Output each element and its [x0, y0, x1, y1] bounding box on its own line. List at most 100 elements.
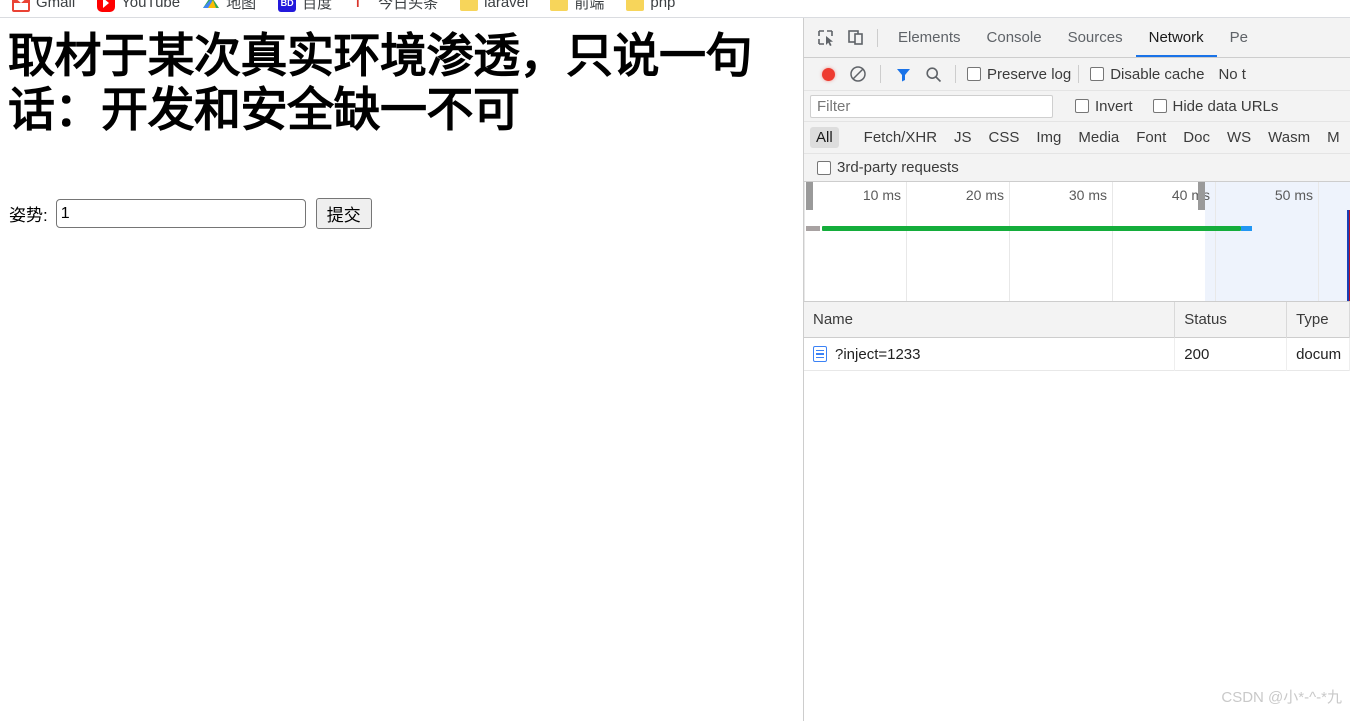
inspect-element-icon[interactable]: [811, 24, 839, 52]
third-party-filter-row: 3rd-party requests: [804, 154, 1350, 182]
tab-performance[interactable]: Pe: [1217, 18, 1261, 57]
type-filter-fetch-xhr[interactable]: Fetch/XHR: [858, 127, 943, 148]
toolbar-divider: [880, 65, 881, 83]
table-row[interactable]: ?inject=1233 200 docum: [804, 337, 1350, 371]
overview-selection-handle-right[interactable]: [1198, 182, 1205, 210]
waterfall-bar: [822, 226, 1241, 231]
overview-gridline: [1009, 182, 1010, 301]
folder-icon: [460, 0, 479, 11]
type-filter-css[interactable]: CSS: [983, 127, 1026, 148]
folder-icon: [626, 0, 645, 11]
network-filterbar: Invert Hide data URLs: [804, 91, 1350, 122]
bookmark-label: laravel: [484, 0, 529, 11]
tab-console[interactable]: Console: [974, 18, 1055, 57]
tab-elements[interactable]: Elements: [885, 18, 974, 57]
bookmark-php[interactable]: php: [626, 0, 675, 11]
throttling-dropdown[interactable]: No t: [1218, 66, 1246, 83]
baidu-icon: BD: [278, 0, 297, 12]
overview-gridline: [804, 182, 805, 301]
checkbox-box: [1075, 99, 1089, 113]
type-filter-wasm[interactable]: Wasm: [1262, 127, 1316, 148]
csdn-watermark: CSDN @小*-^-*九: [1221, 689, 1342, 706]
third-party-requests-label: 3rd-party requests: [837, 159, 959, 176]
tab-sources[interactable]: Sources: [1055, 18, 1136, 57]
record-dot-icon: [821, 67, 835, 81]
pose-input[interactable]: [55, 199, 306, 228]
pose-form: 姿势: 提交: [9, 198, 372, 229]
devtools-panel: Elements Console Sources Network Pe Pres…: [803, 18, 1350, 721]
overview-tick-label: 20 ms: [965, 187, 1004, 203]
waterfall-bar-endpoint: [1241, 226, 1252, 231]
gmail-icon: [12, 0, 30, 12]
type-filter-font[interactable]: Font: [1130, 127, 1172, 148]
type-filter-js[interactable]: JS: [948, 127, 978, 148]
third-party-requests-checkbox[interactable]: 3rd-party requests: [817, 159, 959, 176]
checkbox-box: [817, 160, 831, 175]
overview-tick-label: 40 ms: [1171, 187, 1210, 203]
bookmark-baidu[interactable]: BD 百度: [278, 0, 332, 13]
clear-button[interactable]: [844, 60, 872, 88]
page-title: 取材于某次真实环境渗透，只说一句话：开发和安全缺一不可: [8, 29, 753, 138]
overview-gridline: [1318, 182, 1319, 301]
bookmark-bar: Gmail YouTube 地图 BD 百度 T 今日头条 laravel 前端…: [0, 0, 1350, 18]
network-overview-timeline[interactable]: 10 ms 20 ms 30 ms 40 ms 50 ms: [804, 182, 1350, 302]
toutiao-icon: T: [354, 0, 373, 12]
bookmark-maps[interactable]: 地图: [202, 0, 256, 13]
waterfall-bar-queueing: [806, 226, 820, 231]
bookmark-gmail[interactable]: Gmail: [12, 0, 75, 12]
column-header-status[interactable]: Status: [1175, 301, 1288, 338]
checkbox-box: [1152, 99, 1167, 113]
bookmark-label: 前端: [574, 0, 605, 12]
toolbar-divider: [877, 28, 878, 47]
google-maps-icon: [202, 0, 220, 12]
type-filter-all[interactable]: All: [810, 127, 839, 148]
device-toolbar-icon[interactable]: [841, 24, 869, 52]
bookmark-label: YouTube: [121, 0, 181, 11]
bookmark-label: 地图: [226, 0, 257, 12]
folder-icon: [550, 0, 569, 11]
record-button[interactable]: [814, 60, 842, 88]
type-filter-media[interactable]: Media: [1072, 127, 1125, 148]
hide-data-urls-checkbox[interactable]: Hide data URLs: [1152, 97, 1279, 115]
toolbar-divider: [1078, 65, 1080, 83]
tab-network[interactable]: Network: [1136, 18, 1217, 57]
checkbox-box: [1090, 67, 1105, 81]
search-icon[interactable]: [919, 60, 947, 88]
bookmark-toutiao[interactable]: T 今日头条: [354, 0, 438, 13]
disable-cache-checkbox[interactable]: Disable cache: [1090, 66, 1204, 83]
filter-toggle-icon[interactable]: [889, 60, 917, 88]
bookmark-label: Gmail: [36, 0, 76, 11]
type-filter-manifest[interactable]: M: [1321, 127, 1346, 148]
preserve-log-checkbox[interactable]: Preserve log: [967, 66, 1071, 83]
type-filter-doc[interactable]: Doc: [1177, 127, 1216, 148]
bookmark-laravel[interactable]: laravel: [460, 0, 528, 11]
disable-cache-label: Disable cache: [1110, 65, 1205, 83]
invert-checkbox[interactable]: Invert: [1075, 98, 1133, 115]
column-header-type[interactable]: Type: [1287, 301, 1350, 338]
pose-label: 姿势:: [9, 206, 48, 225]
resource-type-filters: All Fetch/XHR JS CSS Img Media Font Doc …: [804, 122, 1350, 154]
bookmark-label: php: [650, 0, 676, 11]
overview-tick-label: 50 ms: [1274, 187, 1313, 203]
bookmark-frontend[interactable]: 前端: [550, 0, 604, 13]
request-name: ?inject=1233: [835, 345, 921, 363]
toolbar-divider: [955, 65, 956, 83]
filter-input[interactable]: [810, 94, 1053, 118]
document-icon: [813, 346, 827, 362]
overview-selection-handle-left[interactable]: [806, 182, 813, 210]
invert-label: Invert: [1095, 97, 1133, 115]
type-filter-img[interactable]: Img: [1030, 127, 1067, 148]
bookmark-label: 百度: [302, 0, 333, 12]
type-filter-ws[interactable]: WS: [1221, 127, 1257, 148]
bookmark-youtube[interactable]: YouTube: [97, 0, 180, 12]
overview-gridline: [1112, 182, 1113, 301]
hide-data-urls-label: Hide data URLs: [1172, 97, 1279, 115]
overview-tick-label: 30 ms: [1068, 187, 1107, 203]
bookmark-label: 今日头条: [378, 0, 439, 12]
load-event-marker: [1347, 210, 1349, 301]
cell-name: ?inject=1233: [804, 337, 1176, 371]
submit-button[interactable]: 提交: [315, 198, 372, 229]
table-header-row: Name Status Type: [804, 301, 1350, 338]
network-toolbar: Preserve log Disable cache No t: [804, 58, 1350, 91]
column-header-name[interactable]: Name: [804, 301, 1176, 338]
